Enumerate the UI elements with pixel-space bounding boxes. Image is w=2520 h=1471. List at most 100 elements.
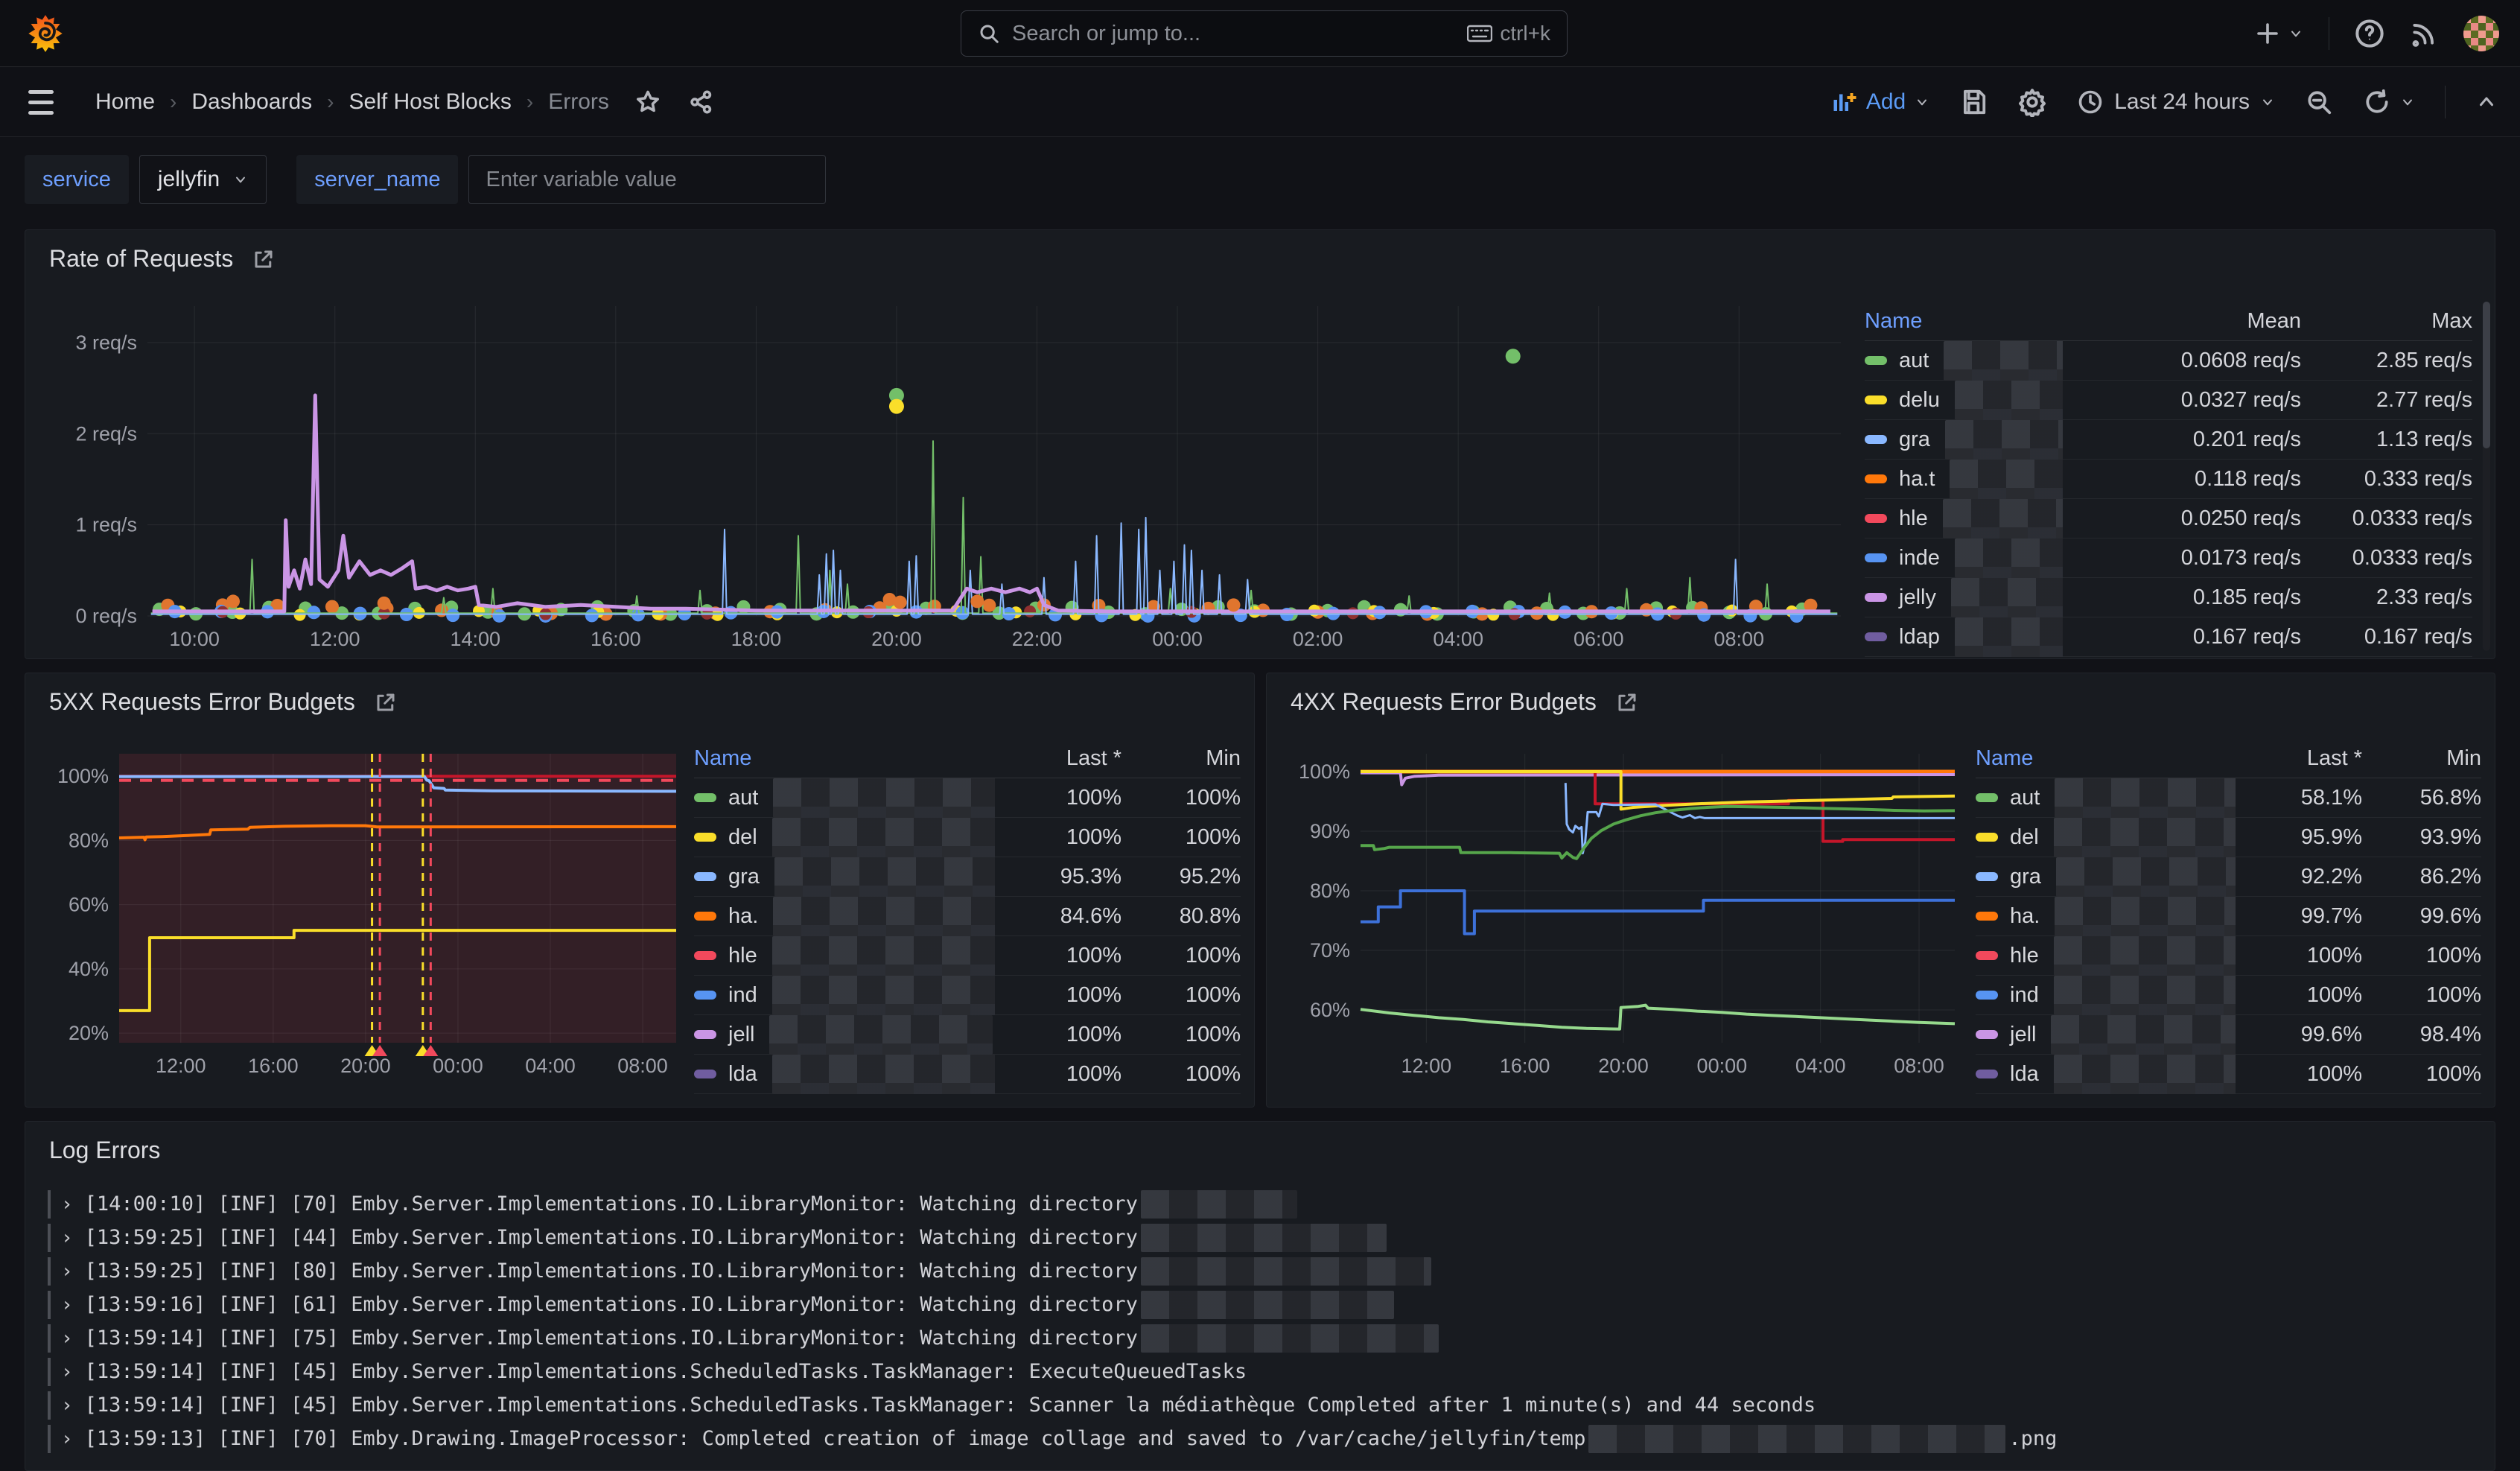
legend-row[interactable]: jell99.6%98.4% — [1976, 1015, 2481, 1055]
legend-row[interactable]: aut0.0608 req/s2.85 req/s — [1865, 341, 2472, 381]
series-name[interactable]: del — [728, 825, 757, 850]
variable-select-service[interactable]: jellyfin — [139, 155, 267, 204]
legend-row[interactable]: ha.99.7%99.6% — [1976, 897, 2481, 936]
5xx-error-budgets-chart[interactable]: 12:0016:0020:0000:0004:0008:0020%40%60%8… — [36, 740, 684, 1087]
log-row[interactable]: ›[13:59:16] [INF] [61] Emby.Server.Imple… — [48, 1288, 2477, 1321]
menu-toggle-button[interactable] — [28, 90, 54, 115]
external-link-icon[interactable] — [375, 691, 397, 714]
legend-row[interactable]: ha.t0.118 req/s0.333 req/s — [1865, 460, 2472, 499]
expand-chevron-icon[interactable]: › — [61, 1193, 73, 1216]
series-name[interactable]: inde — [1899, 546, 1940, 571]
favorite-star-icon[interactable] — [634, 89, 661, 115]
legend-row[interactable]: jelly0.185 req/s2.33 req/s — [1865, 578, 2472, 617]
grafana-logo-icon[interactable] — [25, 13, 66, 54]
user-avatar[interactable] — [2463, 16, 2499, 51]
legend-header[interactable]: NameLast *Min — [1976, 739, 2481, 778]
external-link-icon[interactable] — [1616, 691, 1638, 714]
legend-row[interactable]: del95.9%93.9% — [1976, 818, 2481, 857]
legend-row[interactable]: gra95.3%95.2% — [694, 857, 1241, 897]
legend-row[interactable]: hle100%100% — [1976, 936, 2481, 976]
series-name[interactable]: ind — [728, 983, 757, 1008]
series-name[interactable]: ha. — [728, 904, 758, 929]
legend-row[interactable]: hle0.0250 req/s0.0333 req/s — [1865, 499, 2472, 538]
save-dashboard-icon[interactable] — [1959, 88, 1988, 116]
legend-header[interactable]: NameLast *Min — [694, 739, 1241, 778]
expand-chevron-icon[interactable]: › — [61, 1227, 73, 1249]
expand-chevron-icon[interactable]: › — [61, 1394, 73, 1417]
legend-row[interactable]: aut100%100% — [694, 778, 1241, 818]
external-link-icon[interactable] — [252, 248, 275, 270]
legend-row[interactable]: hle100%100% — [694, 936, 1241, 976]
variable-input-server-name[interactable] — [468, 155, 826, 204]
new-button[interactable] — [2254, 20, 2303, 47]
series-name[interactable]: lda — [2010, 1062, 2039, 1087]
expand-chevron-icon[interactable]: › — [61, 1327, 73, 1350]
legend-header[interactable]: NameMeanMax — [1865, 302, 2472, 341]
log-row[interactable]: ›[14:00:10] [INF] [70] Emby.Server.Imple… — [48, 1187, 2477, 1221]
settings-gear-icon[interactable] — [2017, 87, 2047, 117]
legend-row[interactable]: delu0.0327 req/s2.77 req/s — [1865, 381, 2472, 420]
log-row[interactable]: ›[13:59:13] [INF] [70] Emby.Drawing.Imag… — [48, 1422, 2477, 1455]
news-rss-icon[interactable] — [2410, 19, 2438, 48]
series-name[interactable]: ind — [2010, 983, 2039, 1008]
series-name[interactable]: hle — [728, 944, 757, 968]
series-name[interactable]: jell — [2010, 1023, 2036, 1047]
legend-row[interactable]: jell100%100% — [694, 1015, 1241, 1055]
time-range-picker[interactable]: Last 24 hours — [2077, 89, 2275, 115]
series-name[interactable]: ha. — [2010, 904, 2040, 929]
log-row[interactable]: ›[13:59:14] [INF] [45] Emby.Server.Imple… — [48, 1355, 2477, 1388]
search-input[interactable] — [1012, 22, 1455, 46]
series-name[interactable]: hle — [2010, 944, 2039, 968]
refresh-button[interactable] — [2363, 88, 2415, 116]
panel-title[interactable]: 4XX Requests Error Budgets — [1291, 688, 1638, 716]
zoom-out-icon[interactable] — [2305, 88, 2333, 116]
legend-row[interactable]: ha.84.6%80.8% — [694, 897, 1241, 936]
log-row[interactable]: ›[13:59:14] [INF] [75] Emby.Server.Imple… — [48, 1321, 2477, 1355]
legend-row[interactable]: gra0.201 req/s1.13 req/s — [1865, 420, 2472, 460]
breadcrumb-home[interactable]: Home — [95, 89, 155, 115]
legend-row[interactable]: gra92.2%86.2% — [1976, 857, 2481, 897]
series-name[interactable]: aut — [1899, 349, 1929, 373]
legend-row[interactable]: ind100%100% — [1976, 976, 2481, 1015]
series-name[interactable]: ha.t — [1899, 467, 1935, 492]
legend-row[interactable]: ldap0.167 req/s0.167 req/s — [1865, 617, 2472, 657]
legend-row[interactable]: lda100%100% — [694, 1055, 1241, 1094]
legend-scrollbar[interactable] — [2483, 302, 2490, 651]
expand-chevron-icon[interactable]: › — [61, 1260, 73, 1283]
breadcrumb-folder[interactable]: Self Host Blocks — [349, 89, 511, 115]
series-name[interactable]: aut — [2010, 786, 2040, 810]
log-row[interactable]: ›[13:59:25] [INF] [80] Emby.Server.Imple… — [48, 1254, 2477, 1288]
legend-row[interactable]: inde0.0173 req/s0.0333 req/s — [1865, 538, 2472, 578]
series-name[interactable]: gra — [728, 865, 760, 889]
series-name[interactable]: jelly — [1899, 585, 1936, 610]
global-search[interactable]: ctrl+k — [961, 10, 1568, 57]
legend-row[interactable]: lda100%100% — [1976, 1055, 2481, 1094]
legend-row[interactable]: ind100%100% — [694, 976, 1241, 1015]
collapse-caret-icon[interactable] — [2475, 91, 2498, 113]
expand-chevron-icon[interactable]: › — [61, 1361, 73, 1383]
series-name[interactable]: lda — [728, 1062, 757, 1087]
panel-title[interactable]: Rate of Requests — [49, 245, 275, 273]
series-name[interactable]: gra — [1899, 428, 1930, 452]
series-name[interactable]: hle — [1899, 506, 1928, 531]
panel-title[interactable]: Log Errors — [49, 1137, 160, 1164]
share-icon[interactable] — [688, 89, 715, 115]
expand-chevron-icon[interactable]: › — [61, 1294, 73, 1316]
help-icon[interactable] — [2355, 19, 2384, 48]
series-name[interactable]: jell — [728, 1023, 754, 1047]
expand-chevron-icon[interactable]: › — [61, 1428, 73, 1450]
series-name[interactable]: delu — [1899, 388, 1940, 413]
series-name[interactable]: aut — [728, 786, 758, 810]
4xx-error-budgets-chart[interactable]: 12:0016:0020:0000:0004:0008:0060%70%80%9… — [1277, 740, 1962, 1087]
series-name[interactable]: ldap — [1899, 625, 1940, 649]
legend-row[interactable]: aut58.1%56.8% — [1976, 778, 2481, 818]
series-name[interactable]: gra — [2010, 865, 2041, 889]
legend-row[interactable]: del100%100% — [694, 818, 1241, 857]
series-name[interactable]: del — [2010, 825, 2039, 850]
log-row[interactable]: ›[13:59:14] [INF] [45] Emby.Server.Imple… — [48, 1388, 2477, 1422]
panel-title[interactable]: 5XX Requests Error Budgets — [49, 688, 397, 716]
add-panel-button[interactable]: Add — [1830, 89, 1929, 115]
breadcrumb-dashboards[interactable]: Dashboards — [191, 89, 312, 115]
rate-of-requests-chart[interactable]: 10:0012:0014:0016:0018:0020:0022:0000:00… — [36, 294, 1853, 656]
log-row[interactable]: ›[13:59:25] [INF] [44] Emby.Server.Imple… — [48, 1221, 2477, 1254]
